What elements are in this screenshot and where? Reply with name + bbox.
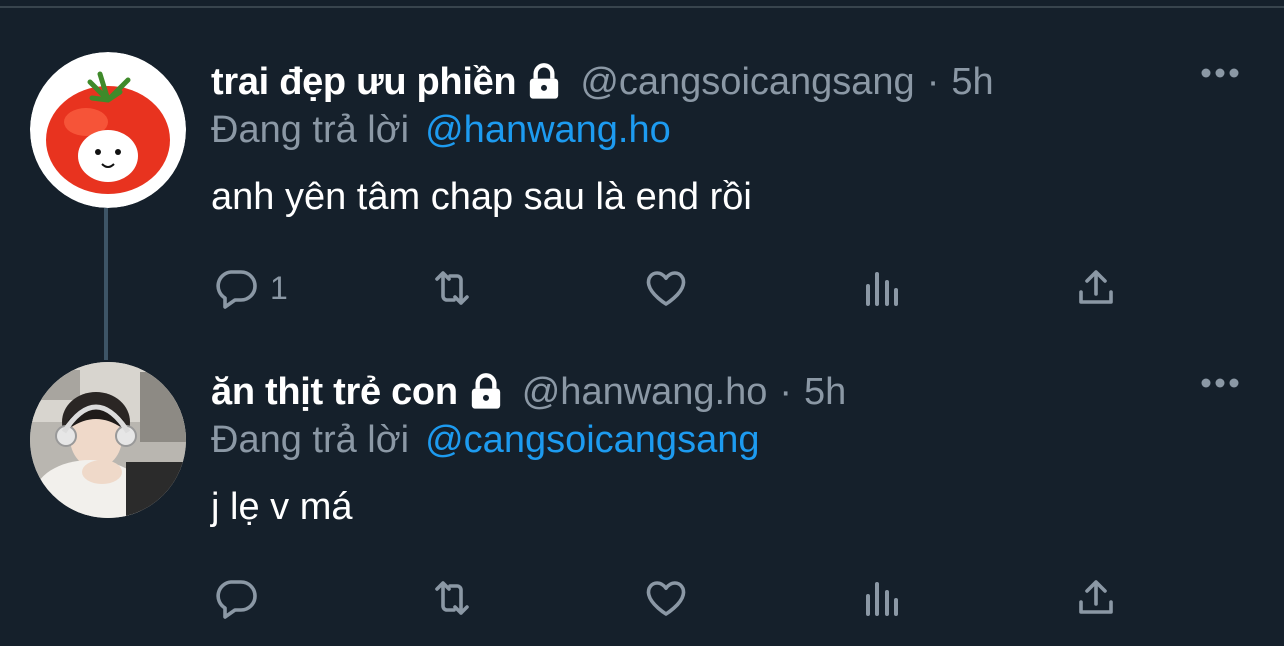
lock-icon <box>524 62 564 102</box>
retweet-button[interactable] <box>428 264 476 312</box>
retweet-button[interactable] <box>428 574 476 622</box>
reply-bubble-icon <box>216 270 257 309</box>
separator-dot: · <box>926 60 940 103</box>
reply-button[interactable]: 1 <box>212 264 288 312</box>
replying-to: Đang trả lời @cangsoicangsang <box>211 416 759 464</box>
share-button[interactable] <box>1072 264 1120 312</box>
tweet-2[interactable]: ăn thịt trẻ con @hanwang.ho · 5h Đang tr… <box>0 362 1284 642</box>
tweet-header: trai đẹp ưu phiền @cangsoicangsang · 5h <box>211 54 994 110</box>
tweet-1[interactable]: trai đẹp ưu phiền @cangsoicangsang · 5h … <box>0 52 1284 332</box>
heart-icon <box>646 271 686 306</box>
share-icon <box>1079 270 1113 304</box>
analytics-button[interactable] <box>858 264 906 312</box>
separator-dot: · <box>779 370 793 413</box>
timestamp[interactable]: 5h <box>804 371 846 414</box>
analytics-icon <box>866 272 898 306</box>
tweet-text: anh yên tâm chap sau là end rồi <box>211 176 752 218</box>
person-avatar-image <box>30 362 186 518</box>
top-divider <box>0 0 1284 8</box>
user-handle[interactable]: @hanwang.ho <box>522 371 768 414</box>
avatar-person[interactable] <box>30 362 186 518</box>
timestamp[interactable]: 5h <box>951 61 993 104</box>
share-button[interactable] <box>1072 574 1120 622</box>
reply-bubble-icon <box>216 580 257 619</box>
more-horizontal-icon[interactable] <box>1200 376 1240 388</box>
lock-icon <box>466 372 506 412</box>
reply-button[interactable] <box>212 574 270 622</box>
avatar-tomato[interactable] <box>30 52 186 208</box>
more-horizontal-icon[interactable] <box>1200 66 1240 78</box>
user-handle[interactable]: @cangsoicangsang <box>580 61 914 104</box>
tweet-actions <box>0 574 1284 622</box>
tweet-header: ăn thịt trẻ con @hanwang.ho · 5h <box>211 364 846 420</box>
analytics-button[interactable] <box>858 574 906 622</box>
like-button[interactable] <box>642 574 690 622</box>
retweet-icon <box>435 271 469 305</box>
reply-count: 1 <box>270 269 288 306</box>
replying-to-handle[interactable]: @cangsoicangsang <box>425 419 759 462</box>
heart-icon <box>646 581 686 616</box>
analytics-icon <box>866 582 898 616</box>
display-name[interactable]: ăn thịt trẻ con <box>211 371 458 414</box>
replying-to-handle[interactable]: @hanwang.ho <box>425 109 671 152</box>
replying-to-label: Đang trả lời <box>211 418 410 461</box>
tweet-actions: 1 <box>0 264 1284 312</box>
replying-to: Đang trả lời @hanwang.ho <box>211 106 671 154</box>
like-button[interactable] <box>642 264 690 312</box>
share-icon <box>1079 580 1113 614</box>
tomato-avatar-image <box>30 52 186 208</box>
display-name[interactable]: trai đẹp ưu phiền <box>211 61 517 104</box>
retweet-icon <box>435 581 469 615</box>
tweet-text: j lẹ v má <box>211 486 353 528</box>
replying-to-label: Đang trả lời <box>211 108 410 151</box>
